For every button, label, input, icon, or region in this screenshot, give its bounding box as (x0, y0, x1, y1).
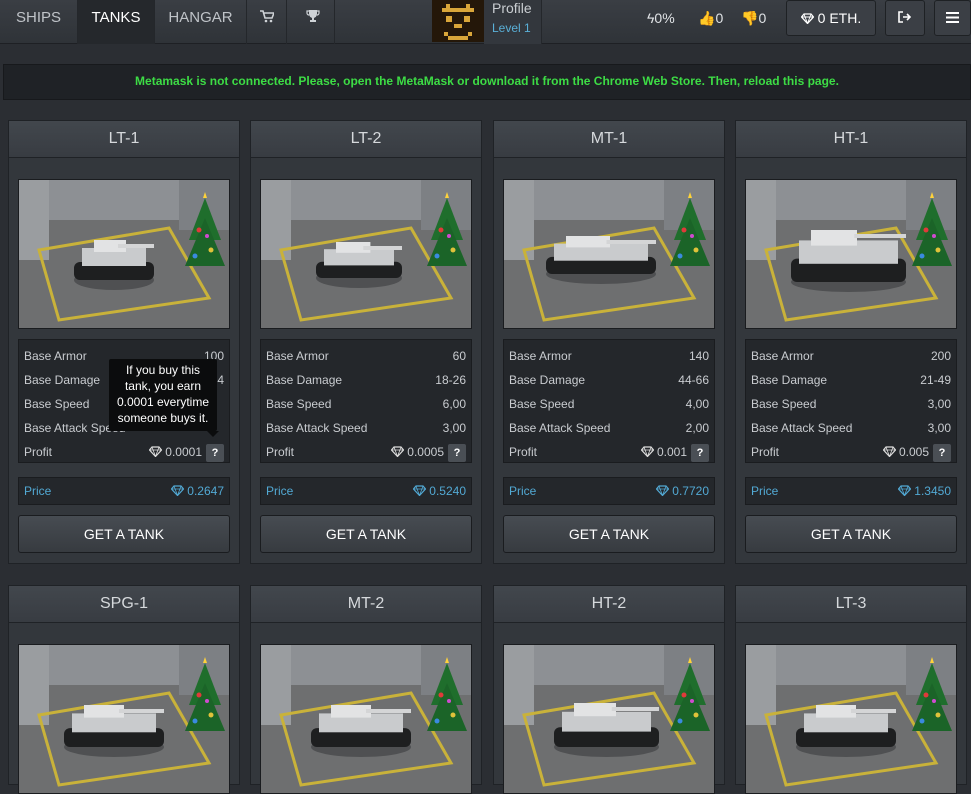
stat-armor: Base Armor 140 (509, 349, 709, 363)
get-tank-button[interactable]: GET A TANK (18, 515, 230, 553)
stat-attack-speed: Base Attack Speed 2,00 (509, 421, 709, 435)
thumbs-up-icon: 👍 (698, 10, 716, 26)
logout-icon (898, 10, 912, 26)
stat-damage: Base Damage 44-66 (509, 373, 709, 387)
tank-image (503, 179, 715, 329)
tab-hangar[interactable]: HANGAR (155, 0, 247, 44)
stat-profit: Profit 0.0001? (24, 440, 224, 464)
stat-speed: Base Speed 3,00 (751, 397, 951, 411)
tank-card: LT-3 (735, 585, 967, 794)
tank-image (503, 644, 715, 794)
menu-icon (946, 10, 959, 26)
tab-tanks[interactable]: TANKS (78, 0, 155, 44)
diamond-icon (412, 484, 427, 498)
stat-speed: Base Speed 6,00 (266, 397, 466, 411)
profile-level: Level 1 (492, 21, 531, 35)
tank-name: LT-1 (9, 121, 239, 158)
tank-name: LT-3 (736, 586, 966, 623)
top-navbar: SHIPS TANKS HANGAR Profile Level 1 ϟ0% 👍… (0, 0, 971, 44)
tank-card: LT-1 Base Armor 100 Base Damage 14 Base Sp… (8, 120, 240, 564)
tank-stats: Base Armor 60 Base Damage 18-26 Base Speed… (260, 339, 472, 463)
tab-ships[interactable]: SHIPS (0, 0, 78, 44)
tank-card: HT-2 (493, 585, 725, 794)
trophy-icon[interactable] (291, 0, 335, 44)
tank-card: LT-2 Base Armor 60 Base Damage 18-26 Base … (250, 120, 482, 564)
dislikes-stat: 👎0 (741, 10, 767, 26)
tank-image (745, 644, 957, 794)
tank-card: HT-1 Base Armor 200 Base Damage 21-49 Base… (735, 120, 967, 564)
stat-damage: Base Damage 21-49 (751, 373, 951, 387)
profile-name: Profile (492, 0, 532, 16)
get-tank-button[interactable]: GET A TANK (745, 515, 957, 553)
tank-card: MT-2 (250, 585, 482, 794)
stat-profit: Profit 0.001? (509, 440, 709, 464)
eth-balance-button[interactable]: 0 ETH. (786, 0, 876, 36)
tank-image (260, 644, 472, 794)
thumbs-down-icon: 👎 (741, 10, 759, 26)
metamask-alert: Metamask is not connected. Please, open … (3, 64, 971, 100)
tank-price: Price 0.2647 (18, 477, 230, 505)
tank-stats: Base Armor 140 Base Damage 44-66 Base Spee… (503, 339, 715, 463)
tank-price: Price 1.3450 (745, 477, 957, 505)
stat-speed: Base Speed 4,00 (509, 397, 709, 411)
tank-image (18, 179, 230, 329)
tank-name: LT-2 (251, 121, 481, 158)
profit-help-button[interactable]: ? (933, 443, 951, 462)
diamond-icon (655, 484, 670, 498)
tank-price: Price 0.7720 (503, 477, 715, 505)
cart-icon[interactable] (247, 0, 287, 44)
diamond-icon (882, 445, 896, 459)
diamond-icon (148, 445, 163, 459)
profit-help-button[interactable]: ? (691, 443, 709, 462)
stat-damage: Base Damage 18-26 (266, 373, 466, 387)
stat-armor: Base Armor 60 (266, 349, 466, 363)
stat-attack-speed: Base Attack Speed 3,00 (266, 421, 466, 435)
diamond-icon (170, 484, 185, 498)
tank-price: Price 0.5240 (260, 477, 472, 505)
get-tank-button[interactable]: GET A TANK (503, 515, 715, 553)
diamond-icon (640, 445, 654, 459)
likes-stat: 👍0 (698, 10, 724, 26)
profile-block[interactable]: Profile Level 1 (484, 0, 542, 44)
tank-name: HT-1 (736, 121, 966, 158)
tank-card: MT-1 Base Armor 140 Base Damage 44-66 Base… (493, 120, 725, 564)
diamond-icon (897, 484, 912, 498)
tank-name: MT-2 (251, 586, 481, 623)
profit-help-button[interactable]: ? (206, 443, 224, 462)
tank-name: HT-2 (494, 586, 724, 623)
tank-image (260, 179, 472, 329)
profit-help-button[interactable]: ? (448, 443, 466, 462)
stat-armor: Base Armor 200 (751, 349, 951, 363)
tank-image (745, 179, 957, 329)
menu-button[interactable] (934, 0, 971, 36)
tank-card: SPG-1 (8, 585, 240, 794)
get-tank-button[interactable]: GET A TANK (260, 515, 472, 553)
tank-name: SPG-1 (9, 586, 239, 623)
stat-profit: Profit 0.0005? (266, 440, 466, 464)
logout-button[interactable] (885, 0, 925, 36)
tank-name: MT-1 (494, 121, 724, 158)
diamond-icon (390, 445, 405, 459)
avatar[interactable] (432, 0, 484, 42)
stat-attack-speed: Base Attack Speed 3,00 (751, 421, 951, 435)
diamond-icon (800, 10, 818, 26)
stat-profit: Profit 0.005? (751, 440, 951, 464)
tank-stats: Base Armor 200 Base Damage 21-49 Base Spee… (745, 339, 957, 463)
power-stat: ϟ0% (647, 10, 675, 26)
profit-tooltip: If you buy this tank, you earn 0.0001 ev… (109, 359, 219, 437)
tank-image (18, 644, 230, 794)
